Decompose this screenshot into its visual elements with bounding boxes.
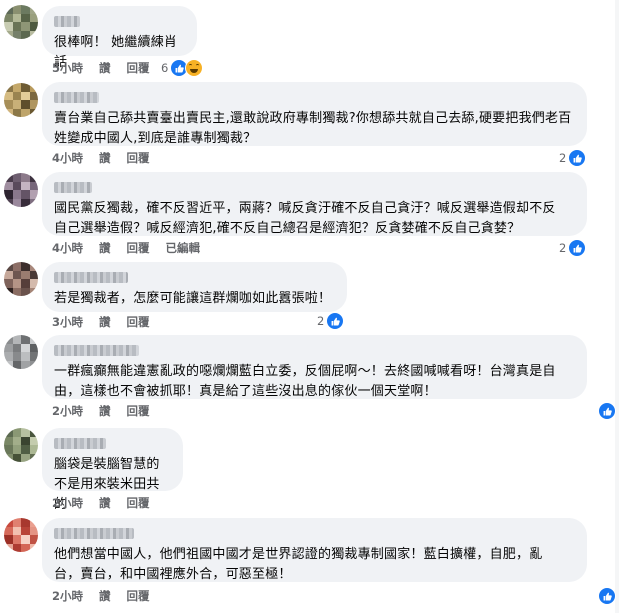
comment-actions: 4小時 讚 回覆 已編輯 — [52, 240, 216, 256]
reaction-summary[interactable]: 2 — [559, 149, 587, 167]
comment-timestamp[interactable]: 4小時 — [52, 150, 83, 166]
comment-actions: 4小時 讚 回覆 — [52, 150, 166, 166]
avatar[interactable] — [4, 83, 38, 117]
author-name[interactable] — [54, 528, 134, 539]
reaction-summary[interactable]: 2 — [317, 312, 345, 330]
comment-actions: 3小時 讚 回覆 — [52, 314, 166, 330]
like-button[interactable]: 讚 — [99, 60, 111, 76]
author-name[interactable] — [54, 182, 92, 193]
reaction-summary[interactable] — [596, 587, 616, 605]
reply-button[interactable]: 回覆 — [127, 403, 150, 419]
reply-button[interactable]: 回覆 — [127, 60, 150, 76]
comment-text: 一群瘋癲無能違憲亂政的噁爛爛藍白立委，反個屁啊～！去終國喊喊看呀！台灣真是自 由… — [54, 364, 556, 399]
reaction-count: 2 — [559, 151, 567, 165]
avatar[interactable] — [4, 428, 38, 462]
comment-bubble: 很棒啊！ 她繼續練肖話 — [42, 6, 197, 70]
comment-bubble: 若是獨裁者，怎麼可能讓這群爛咖如此囂張啦！ — [42, 262, 347, 312]
comment-timestamp[interactable]: 2小時 — [52, 403, 83, 419]
comment-text: 國民黨反獨裁，確不反習近平，兩蔣？喊反貪汙確不反自己貪汙？喊反選舉造假却不反 自… — [54, 201, 556, 236]
like-icon — [326, 312, 345, 330]
like-button[interactable]: 讚 — [99, 314, 111, 330]
comment-actions: 2小時 讚 回覆 — [52, 403, 166, 419]
comment-bubble: 國民黨反獨裁，確不反習近平，兩蔣？喊反貪汙確不反自己貪汙？喊反選舉造假却不反 自… — [42, 172, 587, 236]
reaction-summary[interactable]: 2 — [559, 239, 587, 257]
like-icon — [598, 402, 616, 420]
reply-button[interactable]: 回覆 — [127, 314, 150, 330]
reaction-summary[interactable] — [596, 402, 616, 420]
reaction-count: 2 — [317, 314, 325, 328]
comment-actions: 2小時 讚 回覆 — [52, 495, 166, 511]
like-button[interactable]: 讚 — [99, 403, 111, 419]
avatar[interactable] — [4, 173, 38, 207]
like-icon — [598, 587, 616, 605]
author-name[interactable] — [54, 345, 139, 356]
comment-timestamp[interactable]: 5小時 — [52, 60, 83, 76]
author-name[interactable] — [54, 92, 99, 103]
author-name[interactable] — [54, 272, 128, 283]
comment-bubble: 他們想當中國人，他們祖國中國才是世界認證的獨裁專制國家！藍白擴權，自肥，亂 台，… — [42, 518, 587, 582]
reply-button[interactable]: 回覆 — [127, 495, 150, 511]
like-button[interactable]: 讚 — [99, 495, 111, 511]
comment-bubble: 一群瘋癲無能違憲亂政的噁爛爛藍白立委，反個屁啊～！去終國喊喊看呀！台灣真是自 由… — [42, 335, 587, 399]
like-button[interactable]: 讚 — [99, 240, 111, 256]
comment-text: 他們想當中國人，他們祖國中國才是世界認證的獨裁專制國家！藍白擴權，自肥，亂 台，… — [54, 547, 543, 582]
like-icon — [568, 239, 587, 257]
like-icon — [568, 149, 587, 167]
like-button[interactable]: 讚 — [99, 150, 111, 166]
reply-button[interactable]: 回覆 — [127, 150, 150, 166]
reply-button[interactable]: 回覆 — [127, 588, 150, 604]
comment-actions: 2小時 讚 回覆 — [52, 588, 166, 604]
comment-timestamp[interactable]: 2小時 — [52, 588, 83, 604]
avatar[interactable] — [4, 262, 38, 296]
reaction-summary[interactable]: 6 — [161, 59, 204, 77]
scrollbar[interactable] — [615, 0, 619, 613]
avatar[interactable] — [4, 335, 38, 369]
reaction-count: 2 — [559, 241, 567, 255]
comment-timestamp[interactable]: 2小時 — [52, 495, 83, 511]
comment-bubble: 賣台業自己舔共賣臺出賣民主,還敢說政府專制獨裁?你想舔共就自己去舔,硬要把我們老… — [42, 82, 587, 146]
author-name[interactable] — [54, 438, 106, 449]
avatar[interactable] — [4, 5, 38, 39]
comment-actions: 5小時 讚 回覆 — [52, 60, 166, 76]
reply-button[interactable]: 回覆 — [127, 240, 150, 256]
reaction-count: 6 — [161, 61, 169, 75]
comment-text: 賣台業自己舔共賣臺出賣民主,還敢說政府專制獨裁?你想舔共就自己去舔,硬要把我們老… — [54, 111, 572, 146]
haha-icon — [185, 59, 204, 77]
avatar[interactable] — [4, 518, 38, 552]
comment-timestamp[interactable]: 4小時 — [52, 240, 83, 256]
edited-label[interactable]: 已編輯 — [166, 240, 201, 256]
comment-text: 若是獨裁者，怎麼可能讓這群爛咖如此囂張啦！ — [54, 291, 332, 306]
comment-bubble: 腦袋是裝腦智慧的 不是用來裝米田共的 — [42, 428, 183, 512]
comment-timestamp[interactable]: 3小時 — [52, 314, 83, 330]
author-name[interactable] — [54, 16, 80, 27]
like-button[interactable]: 讚 — [99, 588, 111, 604]
